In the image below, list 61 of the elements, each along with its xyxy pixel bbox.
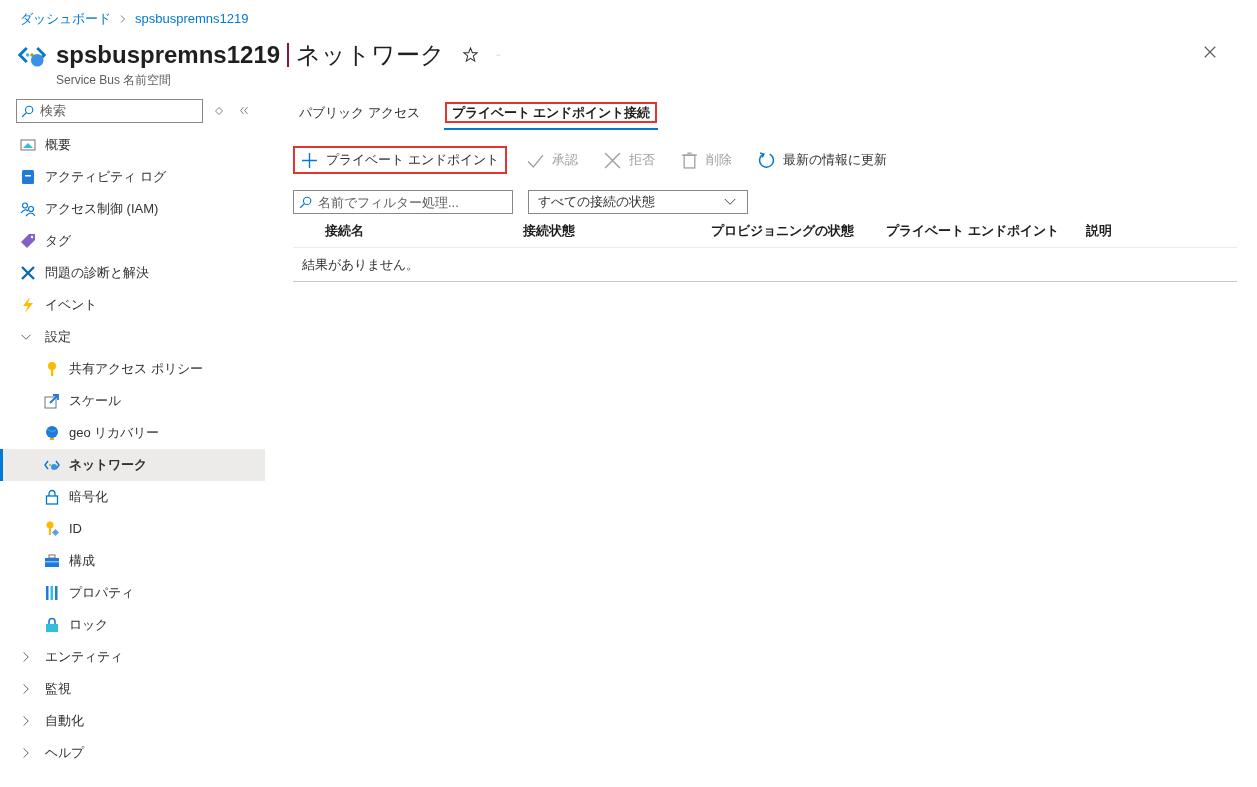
star-icon — [463, 47, 479, 62]
sidebar-item[interactable]: 共有アクセス ポリシー — [0, 352, 265, 385]
toolbox-icon — [44, 552, 60, 569]
sidebar-item[interactable]: 暗号化 — [0, 480, 265, 513]
close-icon — [1203, 44, 1217, 59]
sidebar-item[interactable]: エンティティ — [0, 640, 265, 673]
trash-icon — [680, 151, 698, 169]
bars-icon — [44, 584, 60, 601]
sidebar-item[interactable]: アクセス制御 (IAM) — [0, 192, 265, 225]
plus-icon — [301, 151, 318, 169]
sidebar-item[interactable]: 構成 — [0, 544, 265, 577]
lightning-icon — [20, 296, 36, 313]
x-mark-icon — [603, 151, 621, 169]
people-icon — [20, 200, 36, 217]
sidebar-item[interactable]: 概要 — [0, 128, 265, 161]
collapse-sidebar-icon — [239, 106, 249, 115]
globe-icon — [44, 424, 60, 441]
column-header: プロビジョニングの状態 — [711, 221, 855, 240]
breadcrumb-link[interactable]: spsbuspremns1219 — [135, 9, 249, 29]
page-title: ネットワーク — [296, 39, 446, 70]
tag-icon — [20, 232, 36, 249]
resource-title: spsbuspremns1219 — [56, 39, 281, 70]
sidebar-item[interactable]: 監視 — [0, 672, 265, 705]
tab[interactable]: パブリック アクセス — [293, 102, 426, 130]
search-icon — [299, 196, 312, 209]
chevron-right-icon — [119, 14, 127, 23]
column-header: プライベート エンドポイント — [886, 221, 1060, 240]
column-header: 説明 — [1086, 221, 1113, 240]
chevron-down-icon — [722, 196, 738, 208]
sidebar-item[interactable]: プロパティ — [0, 576, 265, 609]
search-field[interactable]: 検索 — [16, 98, 203, 123]
sidebar-item[interactable]: ID — [0, 512, 265, 545]
column-header: 接続名 — [324, 221, 365, 240]
refresh-icon — [757, 151, 775, 169]
sidebar-item[interactable]: ロック — [0, 608, 265, 641]
padlock-icon — [44, 488, 60, 505]
overview-icon — [20, 136, 36, 153]
sidebar-item[interactable]: イベント — [0, 288, 265, 321]
sidebar-item[interactable]: タグ — [0, 224, 265, 257]
status-dropdown[interactable]: すべての接続の状態 — [528, 190, 748, 214]
resource-type-subtitle: Service Bus 名前空間 — [56, 71, 173, 89]
breadcrumb-link[interactable]: ダッシュボード — [20, 9, 111, 29]
sidebar-item[interactable]: スケール — [0, 384, 265, 417]
sidebar-item[interactable]: 自動化 — [0, 704, 265, 737]
toolbar-button[interactable]: 最新の情報に更新 — [751, 146, 893, 174]
sidebar-item[interactable]: 問題の診断と解決 — [0, 256, 265, 289]
sidebar-item[interactable]: 設定 — [0, 320, 265, 353]
key-badge-icon — [44, 520, 60, 537]
sidebar-item[interactable]: アクティビティ ログ — [0, 160, 265, 193]
log-book-icon — [20, 168, 36, 185]
sort-toggle-icon — [215, 106, 223, 115]
sidebar-item[interactable]: ネットワーク — [0, 448, 265, 481]
filter-field[interactable]: 名前でフィルター処理... — [293, 190, 513, 214]
search-icon — [21, 104, 34, 118]
column-header: 接続状態 — [523, 221, 576, 240]
toolbar-button[interactable]: プライベート エンドポイント — [293, 146, 507, 174]
padlock-icon — [44, 616, 60, 633]
external-arrow-icon — [44, 392, 60, 409]
sidebar-item[interactable]: ヘルプ — [0, 736, 265, 769]
empty-message: 結果がありません。 — [293, 248, 1237, 282]
sidebar-item[interactable]: geo リカバリー — [0, 416, 265, 449]
